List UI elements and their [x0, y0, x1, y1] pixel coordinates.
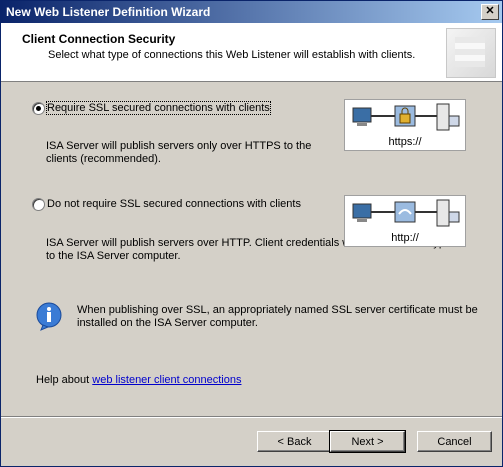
https-connection-icon [352, 103, 460, 131]
close-button[interactable]: ✕ [481, 4, 499, 20]
http-caption: http:// [391, 232, 419, 244]
require-ssl-radio[interactable] [32, 102, 45, 115]
http-connection-icon [352, 199, 460, 227]
https-caption: https:// [388, 136, 422, 148]
back-button[interactable]: < Back [257, 431, 332, 452]
page-title: Client Connection Security [22, 32, 176, 46]
help-link[interactable]: web listener client connections [92, 374, 241, 386]
next-button[interactable]: Next > [329, 430, 406, 453]
info-text: When publishing over SSL, an appropriate… [77, 304, 478, 329]
info-icon [36, 302, 62, 331]
close-icon: ✕ [485, 5, 495, 17]
no-ssl-label[interactable]: Do not require SSL secured connections w… [47, 198, 301, 210]
wizard-banner-icon [446, 28, 496, 78]
footer-separator [1, 416, 502, 418]
title-bar[interactable]: New Web Listener Definition Wizard ✕ [1, 1, 502, 23]
wizard-window: New Web Listener Definition Wizard ✕ Cli… [0, 0, 503, 467]
page-subtitle: Select what type of connections this Web… [48, 49, 416, 61]
help-prefix: Help about [36, 374, 93, 386]
window-title: New Web Listener Definition Wizard [6, 5, 211, 19]
wizard-header: Client Connection Security Select what t… [1, 23, 502, 82]
require-ssl-label[interactable]: Require SSL secured connections with cli… [46, 101, 271, 115]
http-diagram: http:// [344, 195, 466, 247]
https-diagram: https:// [344, 99, 466, 151]
require-ssl-description: ISA Server will publish servers only ove… [46, 140, 312, 165]
cancel-button[interactable]: Cancel [417, 431, 492, 452]
help-line: Help about web listener client connectio… [36, 374, 241, 386]
no-ssl-radio[interactable] [32, 198, 45, 211]
